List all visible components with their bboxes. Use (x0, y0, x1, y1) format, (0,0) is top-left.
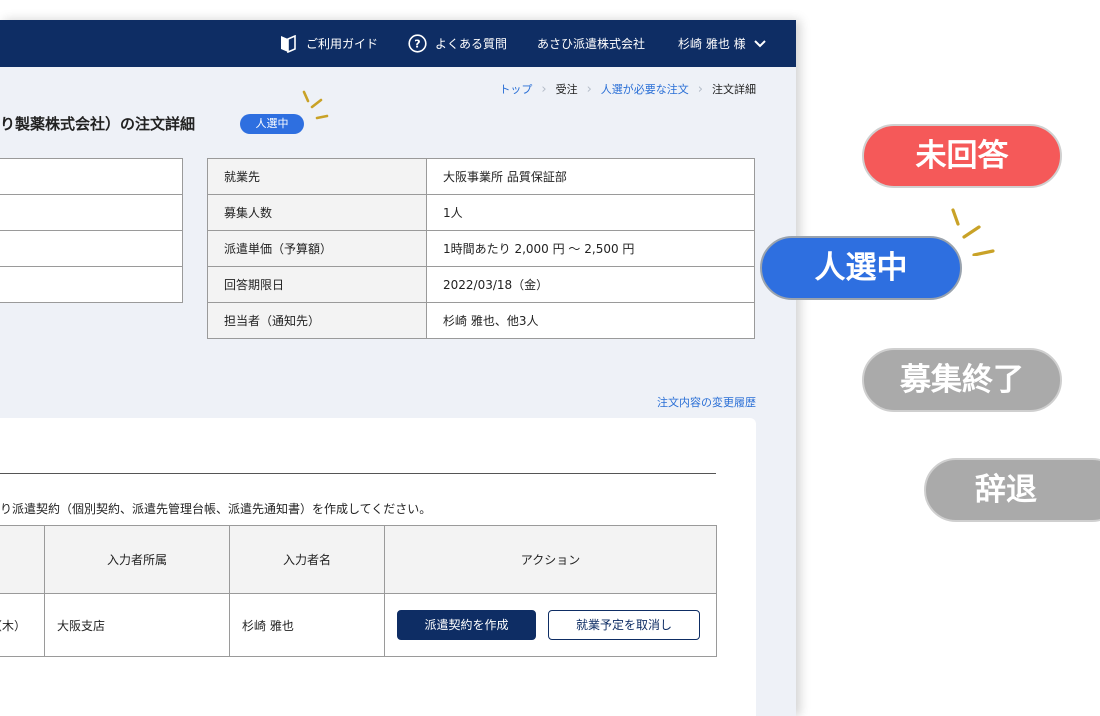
change-history-link[interactable]: 注文内容の変更履歴 (657, 394, 756, 410)
deadline-label: 回答期限日 (207, 266, 427, 303)
table-row: 回答期限日 2022/03/18（金） (207, 266, 755, 303)
table-cell (0, 194, 183, 231)
table-row: 派遣単価（予算額） 1時間あたり 2,000 円 ～ 2,500 円 (207, 230, 755, 267)
order-info-left-table (0, 158, 183, 303)
breadcrumb-current: 注文詳細 (712, 83, 756, 96)
breadcrumb-selection-needed[interactable]: 人選が必要な注文 (601, 81, 689, 97)
question-circle-icon: ? (408, 34, 427, 53)
page-title: り製薬株式会社）の注文詳細 (0, 115, 196, 133)
column-header-action: アクション (384, 525, 717, 594)
faq-label: よくある質問 (435, 37, 508, 51)
name-cell: 杉崎 雅也 (229, 593, 385, 657)
user-name: 杉崎 雅也 様 (678, 37, 746, 51)
table-row: （木） 大阪支店 杉崎 雅也 派遣契約を作成就業予定を取消し (0, 593, 717, 657)
date-cell: （木） (0, 593, 45, 657)
table-row: 担当者（通知先） 杉崎 雅也、他3人 (207, 302, 755, 339)
column-header-name: 入力者名 (229, 525, 385, 594)
table-row (0, 194, 183, 231)
headcount-label: 募集人数 (207, 194, 427, 231)
chevron-down-icon (753, 39, 766, 47)
status-badge: 人選中 (240, 114, 304, 134)
table-cell (0, 230, 183, 267)
headcount-value: 1人 (426, 194, 755, 231)
contact-value: 杉崎 雅也、他3人 (426, 302, 755, 339)
unit-price-label: 派遣単価（予算額） (207, 230, 427, 267)
company-name: あさひ派遣株式会社 (537, 37, 646, 51)
breadcrumb-separator: › (541, 81, 547, 97)
status-pill-selecting: 人選中 (760, 236, 962, 300)
guide-link[interactable]: ご利用ガイド (280, 20, 378, 67)
breadcrumb-top[interactable]: トップ (499, 81, 532, 97)
sparkle-icon (951, 208, 995, 256)
status-pill-closed: 募集終了 (862, 348, 1062, 412)
order-info-table: 就業先 大阪事業所 品質保証部 募集人数 1人 派遣単価（予算額） 1時間あたり… (207, 158, 755, 339)
contact-label: 担当者（通知先） (207, 302, 427, 339)
sparkle-icon (302, 90, 329, 120)
workplace-label: 就業先 (207, 158, 427, 195)
column-header-dept: 入力者所属 (44, 525, 230, 594)
assignment-table: 入力者所属 入力者名 アクション （木） 大阪支店 杉崎 雅也 派遣契約を作成就… (0, 525, 717, 657)
app-window: ご利用ガイド ? よくある質問 あさひ派遣株式会社 杉崎 雅也 様 トップ › … (0, 20, 796, 716)
status-pill-declined: 辞退 (924, 458, 1100, 522)
cancel-schedule-button[interactable]: 就業予定を取消し (548, 610, 700, 640)
table-cell (0, 158, 183, 195)
action-cell: 派遣契約を作成 就業予定を取消し (384, 593, 717, 657)
unit-price-value: 1時間あたり 2,000 円 ～ 2,500 円 (426, 230, 755, 267)
user-menu[interactable]: 杉崎 雅也 様 (678, 20, 766, 67)
create-contract-button[interactable]: 派遣契約を作成 (397, 610, 536, 640)
faq-link[interactable]: ? よくある質問 (408, 20, 507, 67)
table-header-row: 入力者所属 入力者名 アクション (0, 525, 717, 594)
divider (0, 473, 716, 474)
breadcrumb-separator: › (697, 81, 703, 97)
table-cell (0, 266, 183, 303)
deadline-value: 2022/03/18（金） (426, 266, 755, 303)
svg-text:?: ? (414, 38, 420, 51)
top-navbar: ご利用ガイド ? よくある質問 あさひ派遣株式会社 杉崎 雅也 様 (0, 20, 796, 67)
guide-label: ご利用ガイド (306, 37, 379, 51)
table-row (0, 266, 183, 303)
column-header (0, 525, 45, 594)
table-row (0, 158, 183, 195)
workplace-value: 大阪事業所 品質保証部 (426, 158, 755, 195)
table-row (0, 230, 183, 267)
table-row: 就業先 大阪事業所 品質保証部 (207, 158, 755, 195)
beginner-mark-icon (281, 34, 296, 53)
breadcrumb-orders[interactable]: 受注 (556, 81, 578, 97)
dept-cell: 大阪支店 (44, 593, 230, 657)
breadcrumb-separator: › (586, 81, 592, 97)
contract-card: り派遣契約（個別契約、派遣先管理台帳、派遣先通知書）を作成してください。 入力者… (0, 418, 756, 716)
breadcrumb: トップ › 受注 › 人選が必要な注文 › 注文詳細 (499, 81, 756, 97)
status-pill-unanswered: 未回答 (862, 124, 1062, 188)
contract-instruction: り派遣契約（個別契約、派遣先管理台帳、派遣先通知書）を作成してください。 (0, 502, 432, 516)
table-row: 募集人数 1人 (207, 194, 755, 231)
